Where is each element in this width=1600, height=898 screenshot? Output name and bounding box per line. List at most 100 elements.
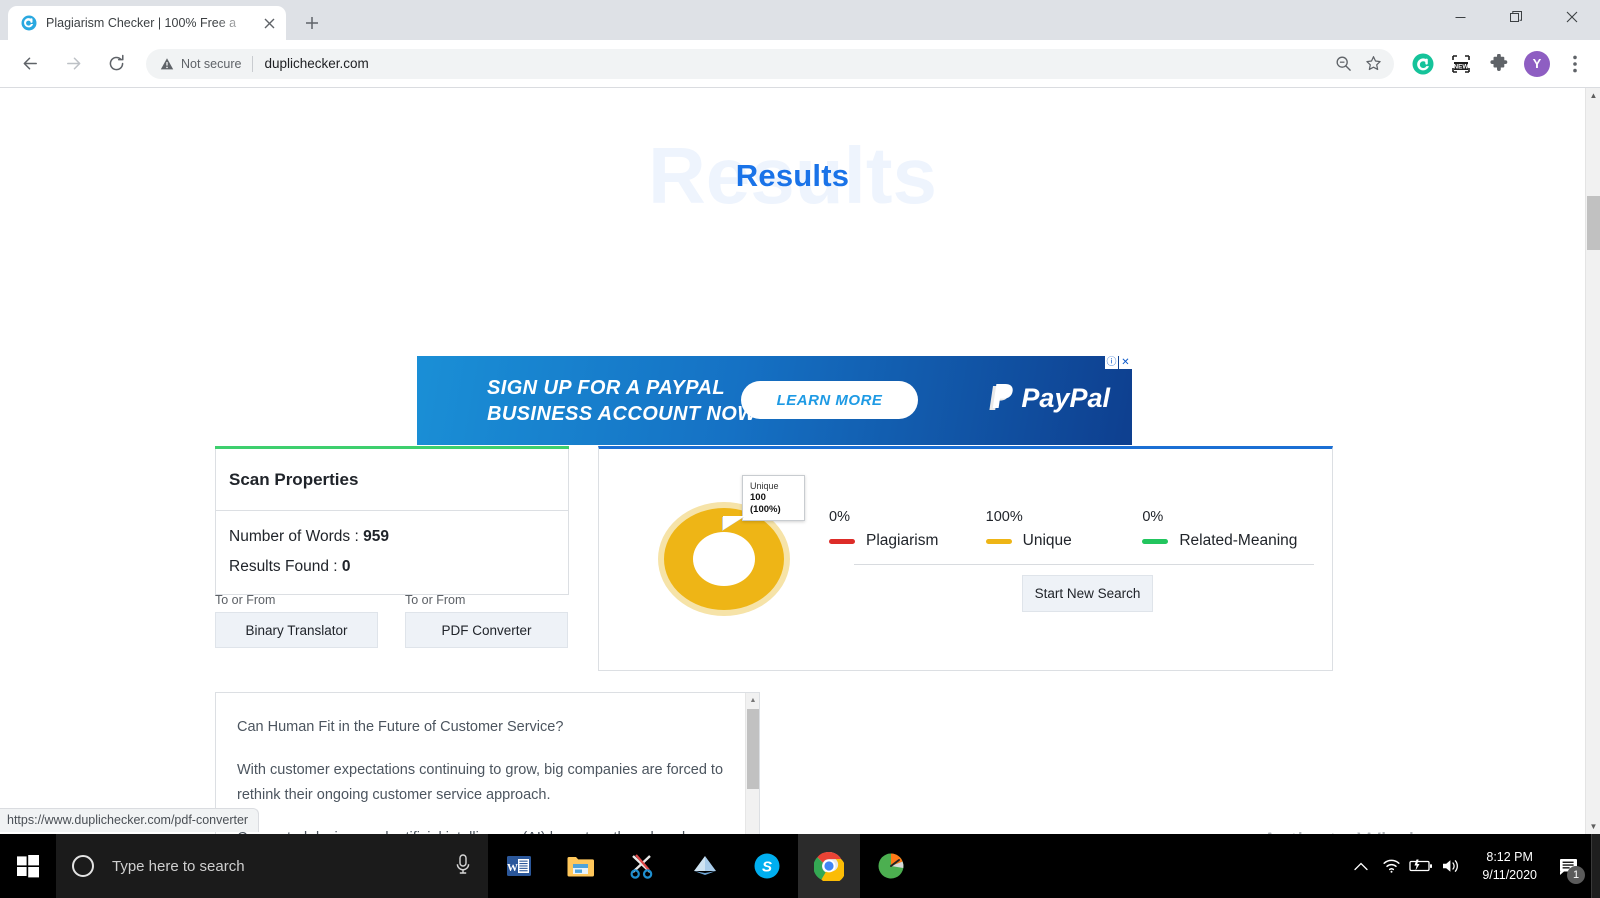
page-scrollbar[interactable]: ▲ ▼ [1585, 88, 1600, 834]
scanned-text-scroll-up-arrow[interactable]: ▲ [746, 693, 760, 707]
link-status-bubble: https://www.duplichecker.com/pdf-convert… [0, 808, 259, 832]
tooltip-pointer [723, 516, 745, 530]
results-found-label: Results Found : [229, 558, 342, 575]
extensions-puzzle-icon[interactable] [1480, 47, 1518, 81]
browser-tab-title: Plagiarism Checker | 100% Free a [46, 16, 252, 30]
legend-item-related-meaning[interactable]: 0% Related-Meaning [1142, 509, 1299, 550]
taskbar-word[interactable]: W [488, 834, 550, 898]
window-minimize-button[interactable] [1432, 0, 1488, 34]
scanned-text-paragraph: With customer expectations continuing to… [237, 758, 725, 808]
svg-text:S: S [762, 858, 772, 875]
legend-swatch-unique [986, 539, 1012, 544]
number-of-words-value: 959 [363, 528, 389, 545]
taskbar-disk-analyzer[interactable] [860, 834, 922, 898]
ad-brand-text: PayPal [1021, 383, 1110, 414]
wifi-icon[interactable] [1376, 834, 1406, 898]
microphone-icon[interactable] [454, 853, 472, 880]
start-new-search-button[interactable]: Start New Search [1022, 575, 1153, 612]
duplichecker-favicon [20, 15, 37, 32]
number-of-words-label: Number of Words : [229, 528, 363, 545]
page-scroll-down-arrow[interactable]: ▼ [1586, 819, 1600, 834]
ad-close-icon[interactable]: ✕ [1119, 356, 1132, 369]
forward-button[interactable] [56, 47, 90, 81]
ad-headline: SIGN UP FOR A PAYPAL BUSINESS ACCOUNT NO… [487, 375, 756, 427]
scanned-text-scroll-thumb[interactable] [747, 709, 759, 789]
ad-headline-line1: SIGN UP FOR A PAYPAL [487, 375, 756, 401]
windows-start-button[interactable] [0, 834, 56, 898]
address-bar[interactable]: Not secure duplichecker.com [146, 49, 1394, 79]
legend-swatch-plagiarism [829, 539, 855, 544]
legend-label-unique: Unique [1023, 532, 1072, 550]
taskbar-app-list: W [488, 834, 922, 898]
tray-clock[interactable]: 8:12 PM 9/11/2020 [1466, 848, 1547, 884]
pdf-converter-tool: To or From PDF Converter [405, 593, 568, 648]
paypal-ad-banner[interactable]: SIGN UP FOR A PAYPAL BUSINESS ACCOUNT NO… [417, 356, 1132, 445]
chart-hover-tooltip: Unique 100 (100%) [742, 475, 805, 521]
page-scroll-up-arrow[interactable]: ▲ [1586, 88, 1600, 103]
svg-text:NEW: NEW [1454, 63, 1470, 70]
taskbar-file-explorer[interactable] [550, 834, 612, 898]
security-label: Not secure [181, 57, 241, 71]
paypal-brand: PayPal [987, 383, 1110, 414]
scanned-text-content: Can Human Fit in the Future of Customer … [216, 693, 759, 834]
pdf-converter-button[interactable]: PDF Converter [405, 612, 568, 648]
taskbar-skype[interactable]: S [736, 834, 798, 898]
activate-windows-watermark: Activate Windows Go to Settings to activ… [1195, 826, 1525, 834]
warning-triangle-icon [160, 57, 174, 71]
binary-translator-button[interactable]: Binary Translator [215, 612, 378, 648]
new-tab-button[interactable] [298, 9, 326, 37]
ad-info-icon[interactable]: ⓘ [1105, 356, 1118, 369]
three-dot-menu-icon[interactable] [1556, 47, 1594, 81]
reload-button[interactable] [99, 47, 133, 81]
battery-charging-icon[interactable] [1406, 834, 1436, 898]
grammarly-extension-icon[interactable] [1404, 47, 1442, 81]
ad-headline-line2: BUSINESS ACCOUNT NOW [487, 401, 756, 427]
legend-swatch-related-meaning [1142, 539, 1168, 544]
tray-time: 8:12 PM [1482, 848, 1537, 866]
action-center-button[interactable]: 1 [1547, 834, 1591, 898]
tray-chevron-up-icon[interactable] [1346, 834, 1376, 898]
back-button[interactable] [13, 47, 47, 81]
new-badge-extension-icon[interactable]: NEW [1442, 47, 1480, 81]
page-scroll-thumb[interactable] [1587, 196, 1600, 250]
security-indicator[interactable]: Not secure [160, 57, 241, 71]
notification-count-badge: 1 [1567, 866, 1585, 884]
legend-item-plagiarism[interactable]: 0% Plagiarism [829, 509, 986, 550]
ad-learn-more-button[interactable]: LEARN MORE [741, 381, 918, 419]
browser-toolbar: Not secure duplichecker.com [0, 40, 1600, 88]
taskbar-search-box[interactable]: Type here to search [56, 834, 488, 898]
scan-properties-heading: Scan Properties [215, 449, 569, 511]
taskbar-store[interactable] [674, 834, 736, 898]
taskbar-snipping-tool[interactable] [612, 834, 674, 898]
legend-label-related-meaning: Related-Meaning [1179, 532, 1297, 550]
legend-percent-plagiarism: 0% [829, 509, 986, 525]
results-chart-card: 0% Plagiarism 100% Unique 0% [598, 446, 1333, 671]
browser-tab-strip: Plagiarism Checker | 100% Free a [0, 0, 1600, 40]
windows-taskbar: Type here to search W [0, 834, 1600, 898]
cortana-icon[interactable] [72, 855, 94, 877]
results-found-row: Results Found : 0 [229, 558, 555, 576]
profile-initial: Y [1524, 51, 1550, 77]
chart-divider [854, 564, 1314, 565]
zoom-out-icon[interactable] [1330, 51, 1356, 77]
star-icon[interactable] [1360, 51, 1386, 77]
number-of-words-row: Number of Words : 959 [229, 528, 555, 546]
svg-text:W: W [507, 862, 518, 874]
taskbar-chrome[interactable] [798, 834, 860, 898]
legend-percent-related-meaning: 0% [1142, 509, 1299, 525]
browser-tab[interactable]: Plagiarism Checker | 100% Free a [8, 6, 286, 40]
tab-close-icon[interactable] [261, 15, 278, 32]
show-desktop-button[interactable] [1591, 834, 1600, 898]
profile-avatar[interactable]: Y [1518, 47, 1556, 81]
legend-item-unique[interactable]: 100% Unique [986, 509, 1143, 550]
scanned-text-panel[interactable]: Can Human Fit in the Future of Customer … [215, 692, 760, 834]
related-tools-row: To or From Binary Translator To or From … [215, 593, 569, 648]
tray-date: 9/11/2020 [1482, 866, 1537, 884]
scanned-text-scrollbar[interactable]: ▲ [745, 693, 759, 834]
volume-icon[interactable] [1436, 834, 1466, 898]
window-close-button[interactable] [1544, 0, 1600, 34]
omnibox-actions [1330, 51, 1390, 77]
binary-translator-label: To or From [215, 593, 378, 607]
window-restore-button[interactable] [1488, 0, 1544, 34]
results-found-value: 0 [342, 558, 351, 575]
